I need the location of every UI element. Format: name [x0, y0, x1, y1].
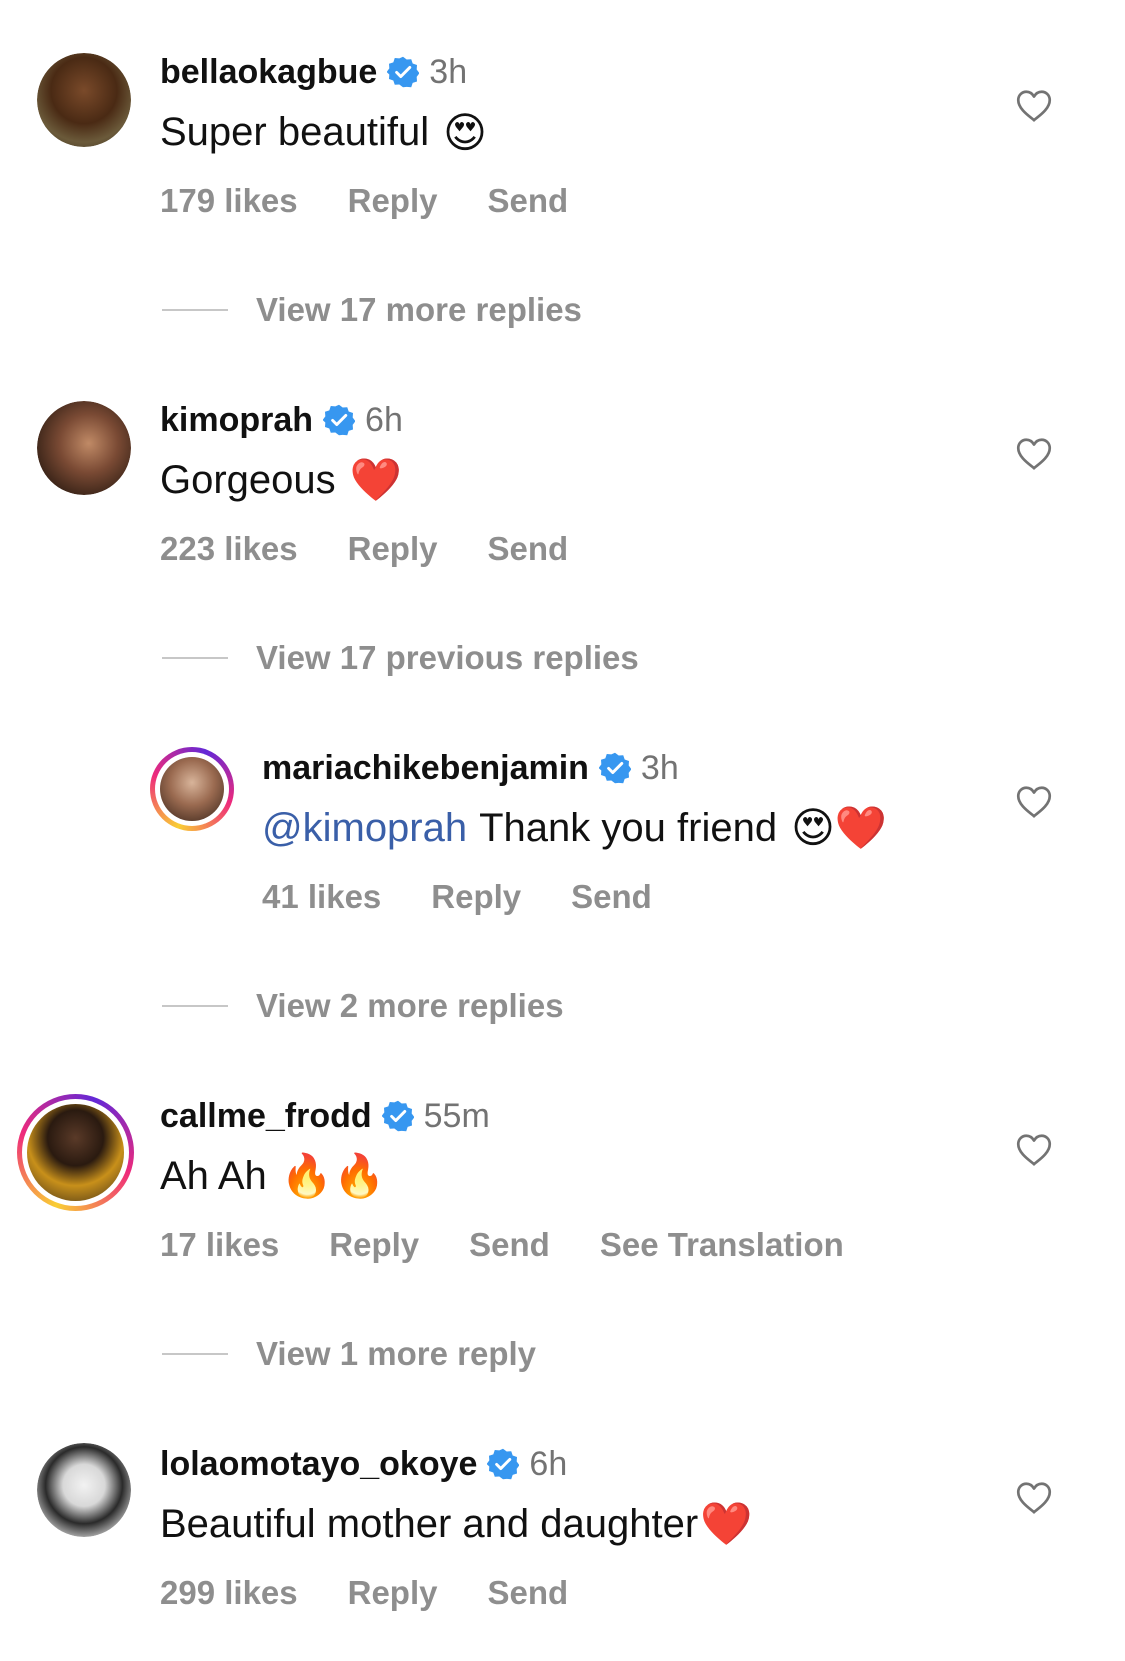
verified-icon: [387, 56, 419, 88]
divider: [162, 1005, 228, 1007]
reply-button[interactable]: Reply: [348, 182, 438, 220]
comment-text: Thank you friend: [479, 805, 778, 850]
see-translation-button[interactable]: See Translation: [600, 1226, 844, 1264]
reply-button[interactable]: Reply: [329, 1226, 419, 1264]
like-heart-icon[interactable]: [1016, 1133, 1052, 1167]
username[interactable]: lolaomotayo_okoye: [160, 1445, 477, 1484]
view-previous-replies[interactable]: View 17 previous replies: [162, 636, 639, 680]
timestamp: 6h: [365, 400, 403, 439]
reply-button[interactable]: Reply: [348, 530, 438, 568]
username[interactable]: bellaokagbue: [160, 53, 377, 92]
comment-text: Super beautiful: [160, 109, 430, 154]
view-previous-replies-label[interactable]: View 17 previous replies: [256, 639, 639, 677]
emoji: 😍: [443, 107, 487, 157]
verified-icon: [382, 1100, 414, 1132]
comment-text: Gorgeous: [160, 457, 336, 502]
likes-count[interactable]: 41 likes: [262, 878, 381, 916]
send-button[interactable]: Send: [488, 1574, 569, 1612]
send-button[interactable]: Send: [488, 182, 569, 220]
divider: [162, 309, 228, 311]
verified-icon: [487, 1448, 519, 1480]
send-button[interactable]: Send: [469, 1226, 550, 1264]
story-ring-avatar[interactable]: [17, 1094, 134, 1211]
username[interactable]: callme_frodd: [160, 1097, 372, 1136]
timestamp: 3h: [640, 748, 679, 787]
verified-icon: [323, 404, 355, 436]
divider: [162, 657, 228, 659]
avatar: [160, 757, 224, 821]
like-heart-icon[interactable]: [1016, 437, 1052, 471]
view-more-replies[interactable]: View 2 more replies: [162, 984, 564, 1028]
send-button[interactable]: Send: [488, 530, 569, 568]
mention-link[interactable]: @kimoprah: [262, 806, 467, 851]
timestamp: 55m: [423, 1096, 490, 1135]
like-heart-icon[interactable]: [1016, 89, 1052, 123]
like-heart-icon[interactable]: [1016, 1481, 1052, 1515]
timestamp: 6h: [529, 1444, 568, 1483]
send-button[interactable]: Send: [571, 878, 652, 916]
avatar[interactable]: [37, 53, 131, 147]
likes-count[interactable]: 17 likes: [160, 1226, 279, 1264]
view-more-replies-label[interactable]: View 2 more replies: [256, 987, 564, 1025]
story-ring-avatar[interactable]: [150, 747, 234, 831]
likes-count[interactable]: 179 likes: [160, 182, 298, 220]
view-more-replies-label[interactable]: View 1 more reply: [256, 1335, 536, 1373]
avatar: [27, 1104, 124, 1201]
emoji: 😍❤️: [791, 803, 888, 852]
emoji: ❤️: [349, 455, 402, 504]
avatar[interactable]: [37, 1443, 131, 1537]
emoji: 🔥🔥: [280, 1151, 386, 1200]
like-heart-icon[interactable]: [1016, 785, 1052, 819]
comment-text: Ah Ah: [160, 1153, 267, 1198]
emoji: ❤️: [700, 1499, 753, 1548]
likes-count[interactable]: 223 likes: [160, 530, 298, 568]
username[interactable]: kimoprah: [160, 401, 313, 440]
reply-button[interactable]: Reply: [348, 1574, 438, 1612]
view-more-replies[interactable]: View 17 more replies: [162, 288, 582, 332]
view-more-replies-label[interactable]: View 17 more replies: [256, 291, 582, 329]
reply-button[interactable]: Reply: [431, 878, 521, 916]
timestamp: 3h: [429, 52, 468, 91]
username[interactable]: mariachikebenjamin: [262, 749, 589, 788]
comment-text: Beautiful mother and daughter: [160, 1501, 699, 1546]
verified-icon: [599, 752, 631, 784]
likes-count[interactable]: 299 likes: [160, 1574, 298, 1612]
view-more-replies[interactable]: View 1 more reply: [162, 1332, 536, 1376]
avatar[interactable]: [37, 401, 131, 495]
divider: [162, 1353, 228, 1355]
